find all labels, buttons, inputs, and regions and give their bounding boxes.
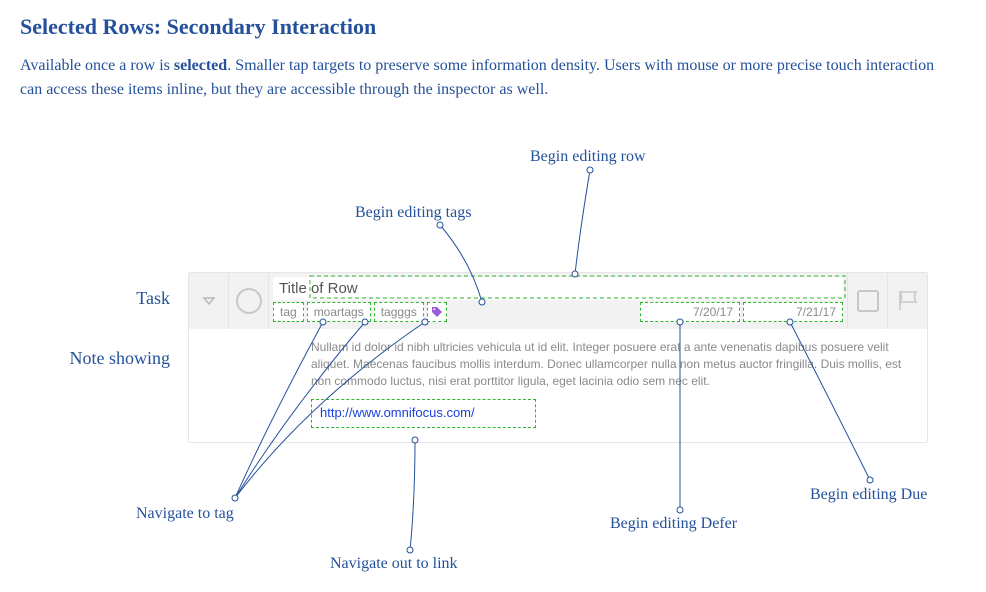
page-description: Available once a row is selected. Smalle… (20, 54, 956, 102)
add-tag-button[interactable] (427, 302, 447, 322)
desc-bold: selected (174, 57, 227, 74)
tag-chip-0[interactable]: tag (273, 302, 304, 322)
row-subline: tag moartags tagggs 7/20/17 7/21/17 (273, 302, 843, 322)
ann-edit-due: Begin editing Due (810, 486, 927, 504)
ann-edit-defer: Begin editing Defer (610, 515, 737, 533)
tag-chip-1[interactable]: moartags (307, 302, 371, 322)
flag-button[interactable] (887, 273, 927, 329)
ann-nav-tag: Navigate to tag (136, 505, 234, 523)
flag-icon (896, 289, 920, 313)
row-note: Nullam id dolor id nibh ultricies vehicu… (189, 329, 927, 442)
status-circle[interactable] (229, 273, 269, 329)
tag-icon (431, 306, 443, 318)
task-row[interactable]: Title of Row tag moartags tagggs 7/20/17… (188, 272, 928, 443)
ann-edit-row: Begin editing row (530, 148, 646, 166)
due-date-field[interactable]: 7/21/17 (743, 302, 843, 322)
row-title-field[interactable]: Title of Row (273, 277, 843, 300)
defer-date-field[interactable]: 7/20/17 (640, 302, 740, 322)
label-task: Task (20, 288, 170, 309)
chevron-down-icon (202, 294, 216, 308)
ann-edit-tags: Begin editing tags (355, 204, 471, 222)
row-center: Title of Row tag moartags tagggs 7/20/17… (269, 273, 847, 326)
tag-chip-2[interactable]: tagggs (374, 302, 424, 322)
trailing-square-button[interactable] (847, 273, 887, 329)
note-link[interactable]: http://www.omnifocus.com/ (311, 399, 536, 427)
row-head: Title of Row tag moartags tagggs 7/20/17… (189, 273, 927, 329)
desc-pre: Available once a row is (20, 57, 174, 74)
note-text: Nullam id dolor id nibh ultricies vehicu… (311, 340, 901, 388)
disclosure-button[interactable] (189, 273, 229, 329)
ann-nav-link: Navigate out to link (330, 555, 458, 573)
page-title: Selected Rows: Secondary Interaction (20, 14, 376, 40)
label-note-showing: Note showing (20, 348, 170, 369)
